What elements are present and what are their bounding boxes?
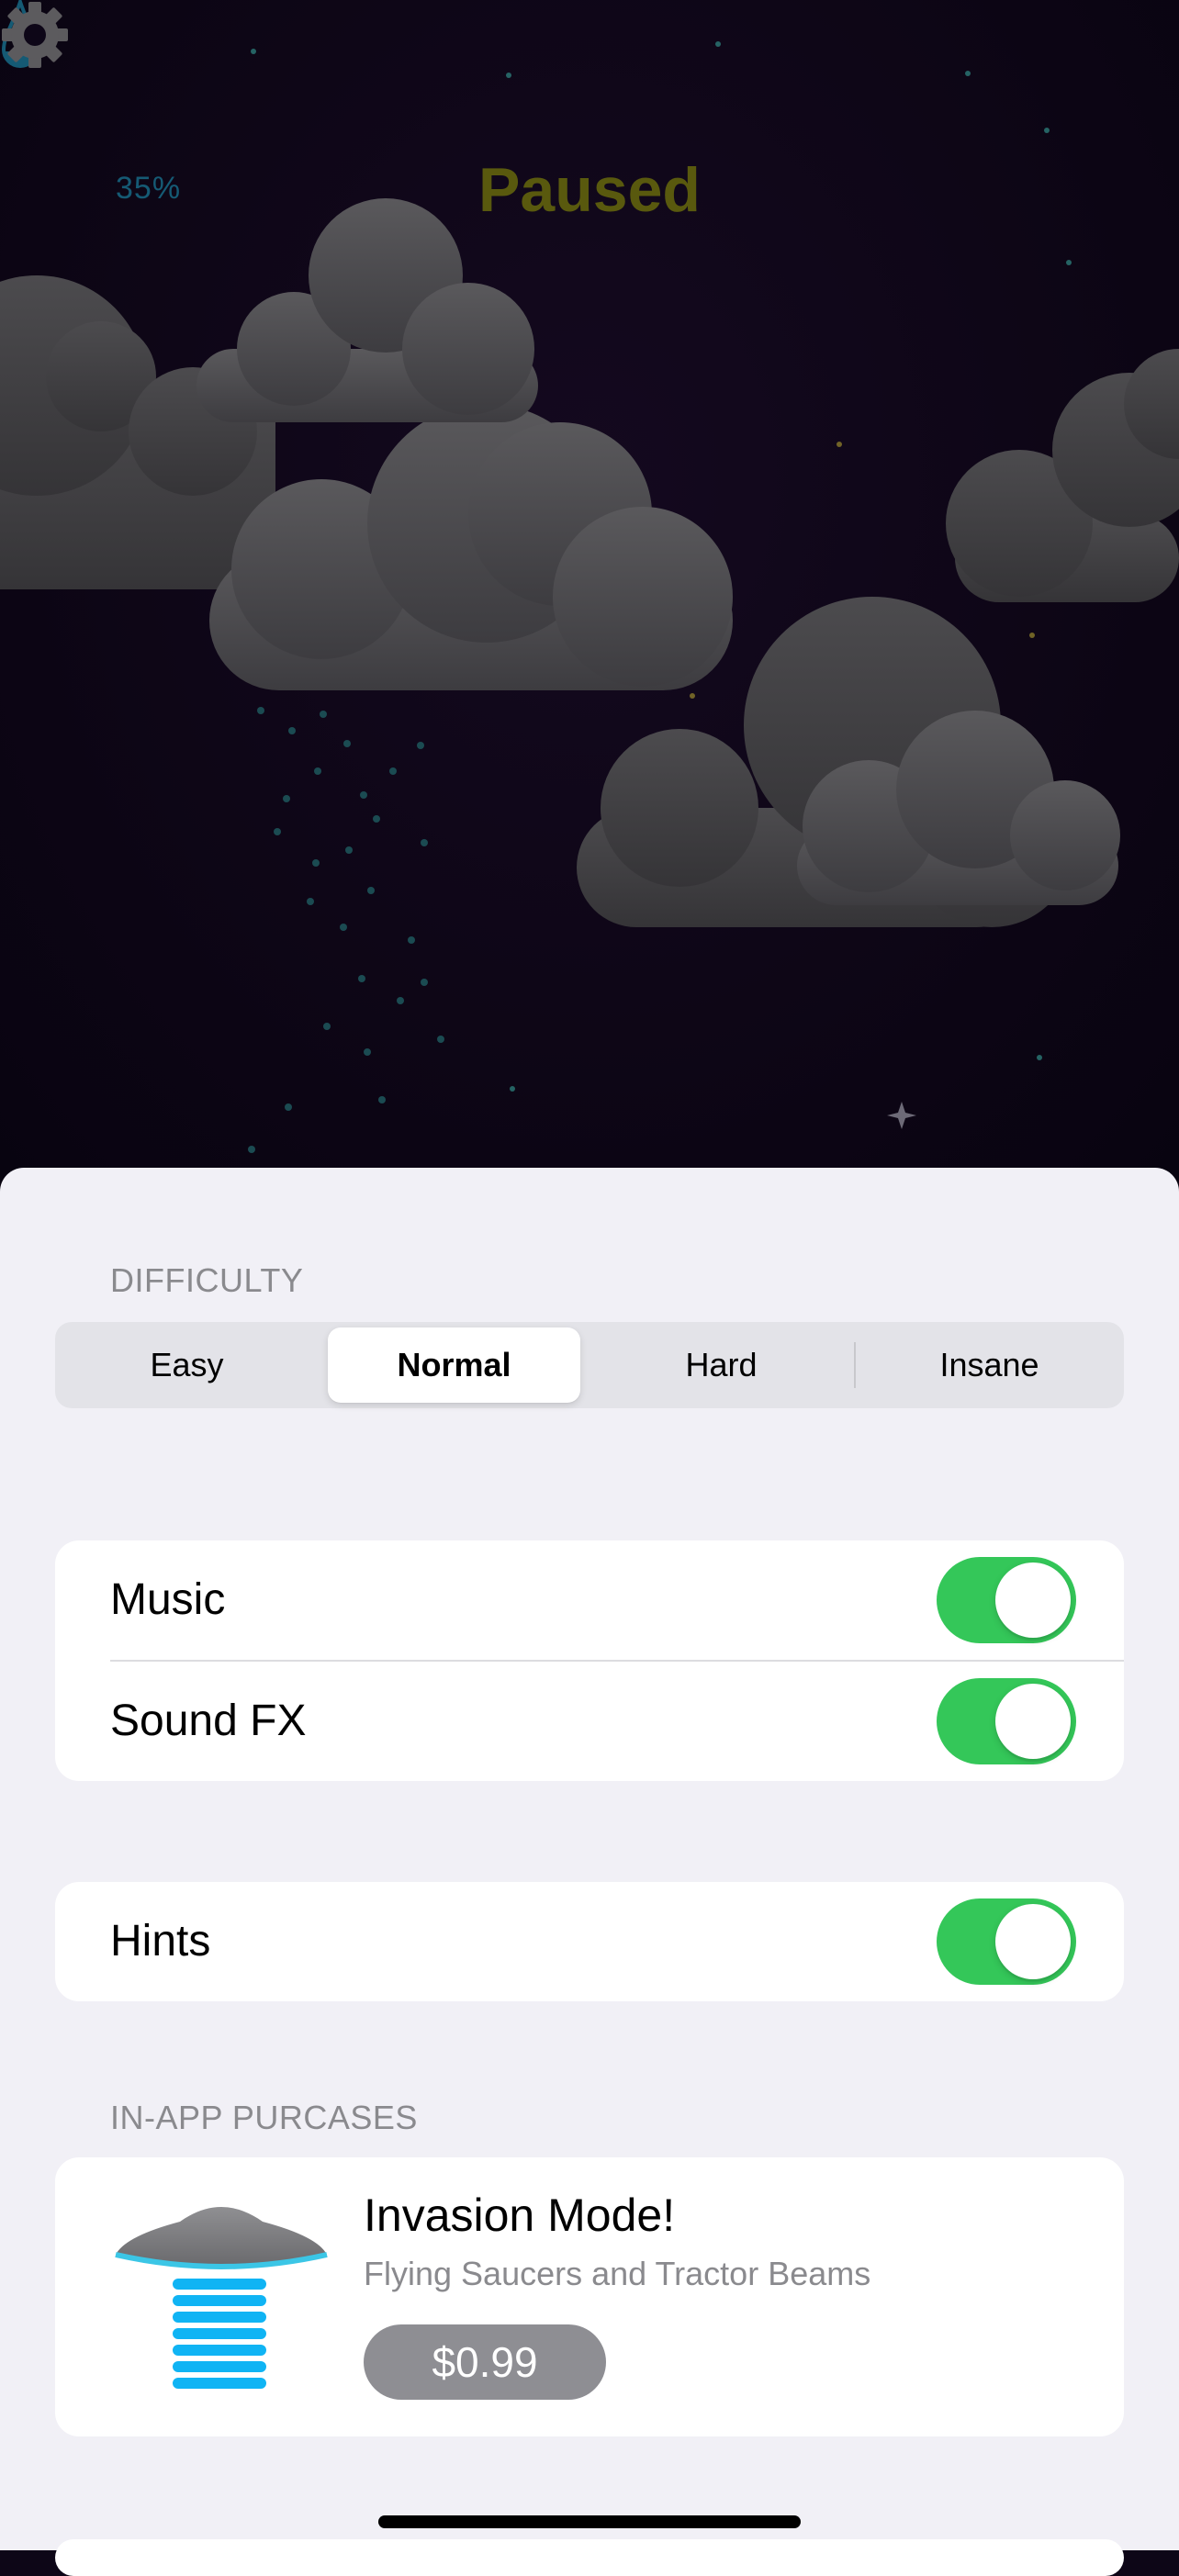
game-scene[interactable]: 35% Paused — [0, 0, 1179, 1193]
iap-item-subtitle: Flying Saucers and Tractor Beams — [364, 2255, 871, 2292]
hints-settings-group: Hints — [55, 1882, 1124, 2001]
hints-toggle[interactable] — [937, 1898, 1076, 1985]
sparkle-icon — [887, 1102, 916, 1129]
flying-saucer-icon — [115, 2207, 328, 2389]
gear-icon[interactable] — [0, 0, 70, 70]
toggle-knob — [995, 1684, 1071, 1759]
cloud — [946, 349, 1179, 602]
difficulty-hard-segment[interactable]: Hard — [595, 1327, 848, 1403]
buy-price-button[interactable]: $0.99 — [364, 2324, 606, 2400]
settings-sheet: DIFFICULTY Easy Normal Hard Insane Music… — [0, 1168, 1179, 2550]
home-indicator[interactable] — [378, 2515, 801, 2528]
cloud — [196, 198, 538, 422]
next-settings-card — [55, 2539, 1124, 2576]
sound-fx-label: Sound FX — [110, 1697, 307, 1745]
hints-label: Hints — [110, 1917, 211, 1966]
cloud — [0, 275, 275, 589]
music-label: Music — [110, 1575, 226, 1624]
rain-drops — [248, 707, 444, 1153]
iap-item-title: Invasion Mode! — [364, 2190, 676, 2241]
hints-row: Hints — [55, 1882, 1124, 2001]
sound-fx-toggle[interactable] — [937, 1678, 1076, 1764]
difficulty-section-label: DIFFICULTY — [110, 1261, 304, 1299]
sound-fx-row: Sound FX — [55, 1662, 1124, 1781]
difficulty-segmented-control: Easy Normal Hard Insane — [55, 1322, 1124, 1408]
segment-divider — [854, 1342, 856, 1388]
iap-section-label: IN-APP PURCASES — [110, 2099, 418, 2136]
cloud — [209, 404, 733, 690]
difficulty-normal-segment[interactable]: Normal — [328, 1327, 580, 1403]
music-toggle[interactable] — [937, 1557, 1076, 1643]
toggle-knob — [995, 1904, 1071, 1979]
status-title: Paused — [478, 155, 701, 225]
difficulty-easy-segment[interactable]: Easy — [61, 1327, 313, 1403]
audio-settings-group: Music Sound FX — [55, 1540, 1124, 1781]
music-row: Music — [55, 1540, 1124, 1660]
toggle-knob — [995, 1562, 1071, 1638]
iap-card[interactable]: Invasion Mode! Flying Saucers and Tracto… — [55, 2157, 1124, 2436]
difficulty-insane-segment[interactable]: Insane — [863, 1327, 1116, 1403]
